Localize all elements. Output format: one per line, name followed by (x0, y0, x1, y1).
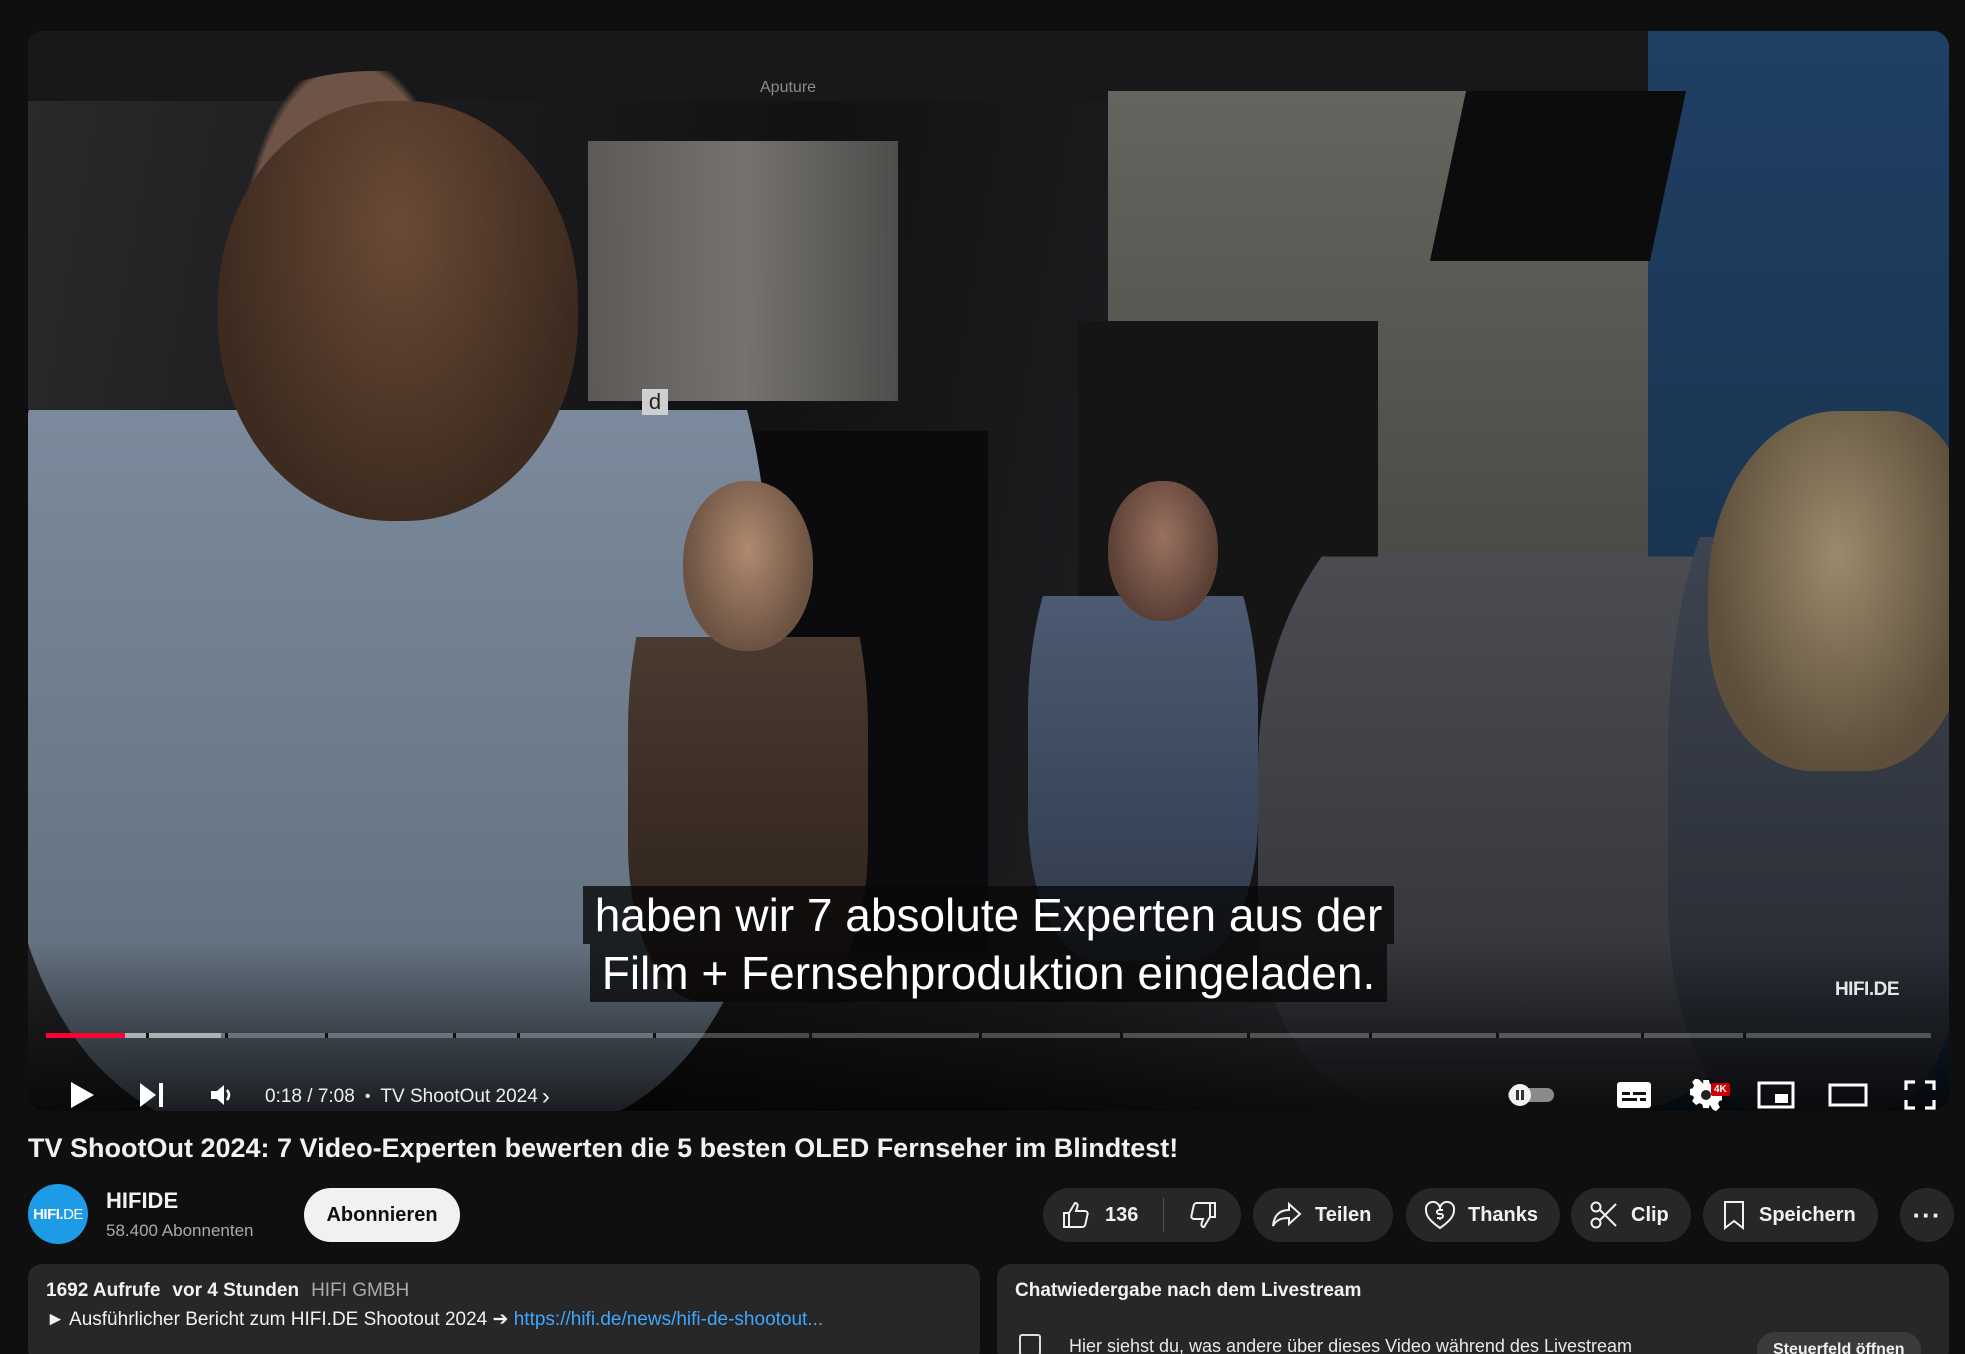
theater-mode-button[interactable] (1822, 1071, 1874, 1111)
caption-line-1: haben wir 7 absolute Experten aus der (582, 886, 1395, 944)
video-player[interactable]: Aputure d haben wir 7 absolute Experten … (28, 31, 1949, 1111)
youtube-watch-page: Aputure d haben wir 7 absolute Experten … (0, 0, 1965, 1354)
share-label: Teilen (1315, 1203, 1372, 1226)
chat-replay-title: Chatwiedergabe nach dem Livestream (1015, 1280, 1362, 1301)
time-total: 7:08 (317, 1086, 355, 1107)
subtitles-button[interactable] (1610, 1071, 1658, 1111)
clip-label: Clip (1631, 1203, 1669, 1226)
time-current: 0:18 (265, 1086, 302, 1107)
video-title: TV ShootOut 2024: 7 Video-Experten bewer… (28, 1133, 1179, 1163)
scissors-icon (1590, 1201, 1617, 1229)
theater-mode-icon (1828, 1083, 1868, 1107)
channel-name[interactable]: HIFIDE (106, 1188, 178, 1214)
thumbs-down-icon (1189, 1202, 1216, 1229)
miniplayer-icon (1757, 1081, 1795, 1109)
more-actions-button[interactable]: ··· (1900, 1188, 1954, 1242)
channel-avatar[interactable]: HIFI. DE (28, 1184, 88, 1244)
autoplay-toggle[interactable] (1501, 1071, 1561, 1111)
fullscreen-icon (1904, 1080, 1936, 1110)
chat-replay-panel: Chatwiedergabe nach dem Livestream Hier … (997, 1264, 1949, 1354)
fullscreen-button[interactable] (1894, 1071, 1946, 1111)
progress-played (46, 1033, 126, 1038)
avatar-text-light: DE (63, 1205, 83, 1223)
description-line: ► Ausführlicher Bericht zum HIFI.DE Shoo… (46, 1308, 962, 1331)
avatar-text-bold: HIFI. (33, 1205, 64, 1223)
bookmark-icon (1724, 1201, 1744, 1230)
play-button[interactable] (58, 1071, 106, 1111)
view-count: 1692 Aufrufe (46, 1280, 161, 1301)
autoplay-pause-icon (1508, 1084, 1554, 1106)
more-horizontal-icon: ··· (1912, 1199, 1942, 1230)
description-meta: 1692 Aufrufe vor 4 Stunden HIFI GMBH (46, 1280, 962, 1302)
thanks-button[interactable]: Thanks (1406, 1188, 1561, 1242)
description-box[interactable]: 1692 Aufrufe vor 4 Stunden HIFI GMBH ► A… (28, 1264, 980, 1354)
progress-bar[interactable] (46, 1033, 1931, 1038)
chat-bubble-icon (1019, 1334, 1041, 1354)
chat-replay-text: Hier siehst du, was andere über dieses V… (1069, 1336, 1632, 1354)
description-link[interactable]: https://hifi.de/news/hifi-de-shootout... (514, 1309, 823, 1330)
clip-button[interactable]: Clip (1571, 1188, 1691, 1242)
chapter-dot: • (364, 1088, 371, 1105)
thumbs-up-icon (1063, 1201, 1089, 1228)
open-chat-button[interactable]: Steuerfeld öffnen (1757, 1332, 1921, 1354)
time-display: 0:18 / 7:08 • TV ShootOut 2024 › (265, 1083, 550, 1111)
play-icon (71, 1082, 94, 1108)
thanks-label: Thanks (1468, 1203, 1539, 1226)
description-text: ► Ausführlicher Bericht zum HIFI.DE Shoo… (46, 1309, 509, 1330)
share-icon (1272, 1201, 1302, 1227)
channel-owner: HIFI GMBH (311, 1280, 410, 1301)
chapter-title-button[interactable]: TV ShootOut 2024 › (380, 1083, 549, 1111)
upload-age: vor 4 Stunden (172, 1280, 300, 1301)
time-separator: / (301, 1086, 318, 1107)
channel-watermark[interactable]: HIFI.DE (1835, 979, 1900, 1001)
volume-icon (211, 1085, 231, 1105)
chapter-title: TV ShootOut 2024 (380, 1086, 538, 1107)
scene-sign: d (642, 389, 668, 415)
save-label: Speichern (1759, 1203, 1856, 1226)
chevron-right-icon: › (541, 1083, 550, 1110)
caption-line-2: Film + Fernsehproduktion eingeladen. (589, 944, 1388, 1002)
skip-next-icon (140, 1083, 163, 1107)
subscribe-button[interactable]: Abonnieren (304, 1188, 460, 1242)
like-count: 136 (1105, 1203, 1139, 1226)
quality-badge: 4K (1711, 1083, 1730, 1096)
like-dislike-group: 136 (1043, 1188, 1241, 1242)
thanks-heart-icon (1424, 1200, 1456, 1230)
share-button[interactable]: Teilen (1253, 1188, 1394, 1242)
miniplayer-button[interactable] (1750, 1071, 1802, 1111)
like-button[interactable]: 136 (1043, 1200, 1163, 1230)
scene-brand-text: Aputure (760, 79, 817, 96)
dislike-button[interactable] (1164, 1200, 1241, 1230)
subtitles-icon (1617, 1082, 1651, 1108)
mute-button[interactable] (198, 1071, 246, 1111)
caption-box: haben wir 7 absolute Experten aus der Fi… (28, 886, 1949, 1002)
next-button[interactable] (128, 1071, 176, 1111)
save-button[interactable]: Speichern (1703, 1188, 1878, 1242)
subscriber-count: 58.400 Abonnenten (106, 1221, 254, 1240)
